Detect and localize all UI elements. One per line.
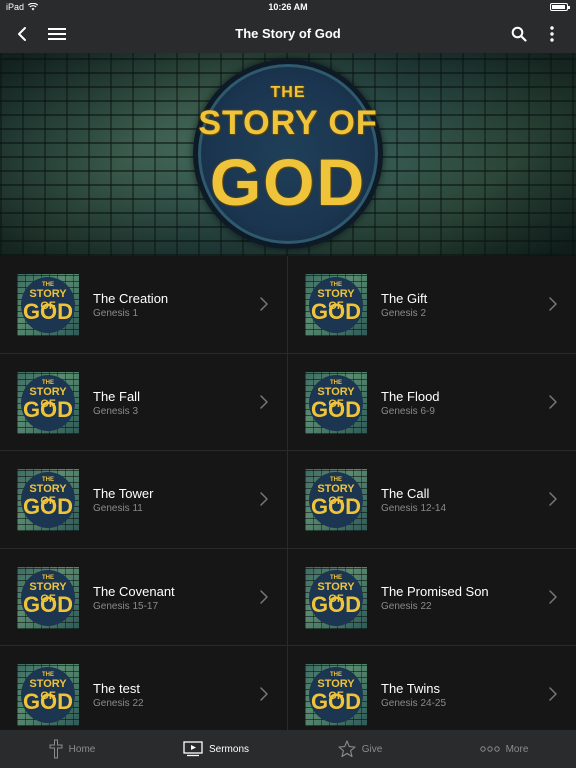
overflow-menu-button[interactable] <box>540 22 564 46</box>
sermon-thumbnail: THE STORY OF GOD <box>17 664 79 726</box>
sermon-thumbnail: THE STORY OF GOD <box>17 566 79 629</box>
navigation-bar: The Story of God <box>0 14 576 53</box>
vertical-dots-icon <box>550 26 554 42</box>
sermon-title: The Flood <box>381 388 440 404</box>
chevron-right-icon <box>549 297 557 311</box>
battery-icon <box>550 3 570 11</box>
sermon-title: The Tower <box>93 486 154 501</box>
tab-sermons[interactable]: Sermons <box>144 730 288 768</box>
tab-bar: Home Sermons Give More <box>0 730 576 768</box>
logo-line-2: STORY OF <box>198 104 378 142</box>
sermon-item[interactable]: THE STORY OF GOD The Call Genesis 12-14 <box>288 451 576 549</box>
star-icon <box>338 740 356 758</box>
cross-icon <box>49 739 63 759</box>
sermon-passage: Genesis 12-14 <box>381 503 447 514</box>
tab-give-label: Give <box>361 743 383 755</box>
tab-give[interactable]: Give <box>288 730 432 768</box>
thumbnail-logo: THE STORY OF GOD <box>21 277 75 333</box>
tab-more[interactable]: More <box>432 730 576 768</box>
sermon-passage: Genesis 11 <box>93 503 143 514</box>
thumbnail-logo-line-3: GOD <box>22 396 74 422</box>
chevron-right-icon <box>260 297 268 311</box>
sermon-item[interactable]: THE STORY OF GOD The Promised Son Genesis 22 <box>288 549 576 646</box>
sermon-item[interactable]: THE STORY OF GOD The Flood Genesis 6-9 <box>288 354 576 451</box>
chevron-right-icon <box>549 492 557 506</box>
sermon-item[interactable]: THE STORY OF GOD The Creation Genesis 1 <box>0 256 288 354</box>
tab-home-label: Home <box>68 743 96 755</box>
thumbnail-logo: THE STORY OF GOD <box>21 472 75 528</box>
sermon-item[interactable]: THE STORY OF GOD The test Genesis 22 <box>0 646 288 730</box>
thumbnail-logo-line-3: GOD <box>310 591 362 617</box>
sermon-item[interactable]: THE STORY OF GOD The Gift Genesis 2 <box>288 256 576 354</box>
thumbnail-logo-line-3: GOD <box>310 494 362 519</box>
sermon-item[interactable]: THE STORY OF GOD The Fall Genesis 3 <box>0 353 288 451</box>
thumbnail-logo-line-3: GOD <box>310 299 362 324</box>
sermon-title: The Fall <box>93 388 140 404</box>
thumbnail-logo-line-3: GOD <box>22 689 74 714</box>
chevron-right-icon <box>260 687 268 701</box>
sermon-title: The Creation <box>93 291 169 306</box>
sermon-thumbnail: THE STORY OF GOD <box>305 469 367 531</box>
chevron-right-icon <box>260 492 268 506</box>
logo-line-1: THE <box>270 84 306 101</box>
series-logo: THE STORY OF GOD <box>193 59 383 249</box>
thumbnail-logo: THE STORY OF GOD <box>309 667 363 723</box>
thumbnail-logo-line-3: GOD <box>22 299 74 324</box>
more-dots-icon <box>479 746 500 752</box>
sermon-title: The Twins <box>381 681 441 696</box>
thumbnail-logo: THE STORY OF GOD <box>21 667 75 723</box>
sermon-thumbnail: THE STORY OF GOD <box>305 566 367 629</box>
sermon-thumbnail: THE STORY OF GOD <box>17 274 79 336</box>
sermon-thumbnail: THE STORY OF GOD <box>305 371 367 434</box>
sermon-passage: Genesis 22 <box>381 600 432 612</box>
sermon-item[interactable]: THE STORY OF GOD The Tower Genesis 11 <box>0 451 288 549</box>
thumbnail-logo: THE STORY OF GOD <box>309 374 363 431</box>
sermon-thumbnail: THE STORY OF GOD <box>17 469 79 531</box>
sermon-passage: Genesis 3 <box>93 405 139 417</box>
chevron-right-icon <box>549 687 557 701</box>
tab-sermons-label: Sermons <box>208 743 249 755</box>
thumbnail-logo-line-3: GOD <box>310 689 362 714</box>
sermon-title: The Covenant <box>93 583 175 599</box>
thumbnail-logo: THE STORY OF GOD <box>21 569 75 626</box>
tab-more-label: More <box>505 743 529 755</box>
tab-home[interactable]: Home <box>0 730 144 768</box>
sermon-item[interactable]: THE STORY OF GOD The Twins Genesis 24-25 <box>288 646 576 730</box>
chevron-right-icon <box>260 394 268 409</box>
sermon-title: The Promised Son <box>381 583 489 599</box>
sermon-passage: Genesis 22 <box>93 698 144 709</box>
status-time: 10:26 AM <box>268 2 308 12</box>
thumbnail-logo-line-3: GOD <box>22 494 74 519</box>
search-button[interactable] <box>507 22 531 46</box>
sermon-passage: Genesis 24-25 <box>381 698 447 709</box>
video-icon <box>183 741 203 757</box>
sermon-thumbnail: THE STORY OF GOD <box>305 274 367 336</box>
thumbnail-logo: THE STORY OF GOD <box>309 277 363 333</box>
sermon-thumbnail: THE STORY OF GOD <box>305 664 367 726</box>
thumbnail-logo-line-3: GOD <box>310 396 362 422</box>
search-icon <box>511 26 527 42</box>
sermon-title: The test <box>93 681 140 696</box>
logo-line-3: GOD <box>209 145 367 219</box>
series-banner: THE STORY OF GOD <box>0 53 576 256</box>
thumbnail-logo-line-3: GOD <box>22 591 74 617</box>
chevron-right-icon <box>549 589 557 604</box>
thumbnail-logo: THE STORY OF GOD <box>21 374 75 431</box>
sermon-passage: Genesis 1 <box>93 308 139 319</box>
chevron-right-icon <box>549 394 557 409</box>
thumbnail-logo: THE STORY OF GOD <box>309 569 363 626</box>
sermon-passage: Genesis 2 <box>381 308 427 319</box>
status-bar: iPad 10:26 AM <box>0 0 576 14</box>
thumbnail-logo: THE STORY OF GOD <box>309 472 363 528</box>
chevron-right-icon <box>260 589 268 604</box>
sermon-list: THE STORY OF GOD The Creation Genesis 1 THE ST… <box>0 256 576 730</box>
sermon-item[interactable]: THE STORY OF GOD The Covenant Genesis 15-17 <box>0 548 288 646</box>
sermon-title: The Call <box>381 486 430 501</box>
sermon-passage: Genesis 15-17 <box>93 600 159 612</box>
page-title: The Story of God <box>235 26 341 41</box>
sermon-title: The Gift <box>381 291 428 306</box>
sermon-thumbnail: THE STORY OF GOD <box>17 371 79 434</box>
sermon-passage: Genesis 6-9 <box>381 405 435 417</box>
